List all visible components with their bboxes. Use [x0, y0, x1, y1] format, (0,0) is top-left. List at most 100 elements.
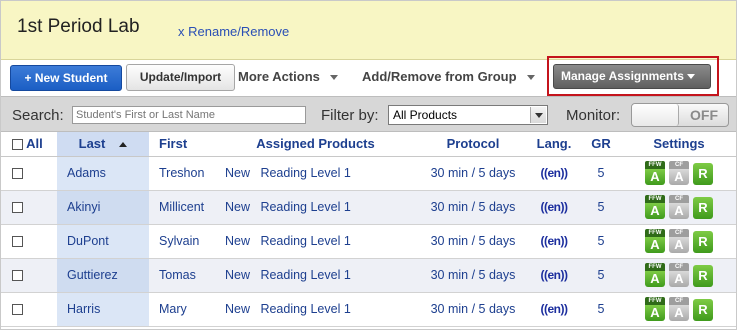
product-name[interactable]: Reading Level 1	[260, 302, 350, 316]
first-name-cell[interactable]: Mary	[149, 292, 213, 327]
row-checkbox[interactable]	[12, 168, 23, 180]
row-checkbox[interactable]	[12, 270, 23, 282]
grade-value: 5	[597, 302, 605, 316]
assigned-product-cell[interactable]: New Reading Level 1	[213, 292, 418, 327]
row-checkbox[interactable]	[12, 202, 23, 214]
r-setting-icon[interactable]: R	[693, 263, 713, 287]
product-name[interactable]: Reading Level 1	[260, 268, 350, 282]
assigned-product-cell[interactable]: New Reading Level 1	[213, 258, 418, 293]
first-name[interactable]: Sylvain	[159, 234, 199, 248]
first-name[interactable]: Mary	[159, 302, 187, 316]
product-status: New	[225, 268, 251, 282]
grade-header[interactable]: GR	[580, 132, 622, 157]
protocol-header[interactable]: Protocol	[418, 132, 528, 157]
first-name[interactable]: Tomas	[159, 268, 196, 282]
assigned-products-header[interactable]: Assigned Products	[213, 132, 418, 157]
monitor-toggle[interactable]: OFF	[631, 103, 729, 127]
assigned-product-cell[interactable]: New Reading Level 1	[213, 224, 418, 259]
protocol-value[interactable]: 30 min / 5 days	[431, 302, 516, 316]
protocol-cell[interactable]: 30 min / 5 days	[418, 224, 528, 259]
r-setting-icon[interactable]: R	[693, 161, 713, 185]
table-row[interactable]: DuPont Sylvain New Reading Level 1 30 mi…	[1, 224, 736, 259]
ffw-a-setting-icon[interactable]: FFW A	[645, 297, 665, 321]
product-name[interactable]: Reading Level 1	[260, 166, 350, 180]
table-row[interactable]: Adams Treshon New Reading Level 1 30 min…	[1, 156, 736, 191]
protocol-cell[interactable]: 30 min / 5 days	[418, 190, 528, 225]
manage-assignments-button[interactable]: Manage Assignments	[553, 64, 711, 89]
last-name[interactable]: Akinyi	[67, 200, 100, 214]
cf-a-setting-icon[interactable]: CF A	[669, 195, 689, 219]
last-name[interactable]: Harris	[67, 302, 100, 316]
cf-letter: A	[669, 271, 689, 287]
settings-cell: FFW A CF A R	[622, 258, 736, 293]
last-name-cell[interactable]: Adams	[57, 156, 149, 191]
first-name[interactable]: Millicent	[159, 200, 204, 214]
lang-cell: ((en))	[528, 224, 580, 259]
cf-a-setting-icon[interactable]: CF A	[669, 229, 689, 253]
first-name[interactable]: Treshon	[159, 166, 204, 180]
last-name[interactable]: Guttierez	[67, 268, 118, 282]
last-name[interactable]: DuPont	[67, 234, 109, 248]
filter-select[interactable]: All Products	[388, 105, 548, 125]
more-actions-menu[interactable]: More Actions	[238, 69, 338, 84]
search-input[interactable]	[72, 106, 306, 124]
product-name[interactable]: Reading Level 1	[260, 234, 350, 248]
settings-cell: FFW A CF A R	[622, 190, 736, 225]
select-all-header[interactable]: All	[1, 132, 57, 157]
row-checkbox[interactable]	[12, 236, 23, 248]
cf-letter: A	[669, 305, 689, 321]
protocol-value[interactable]: 30 min / 5 days	[431, 166, 516, 180]
protocol-cell[interactable]: 30 min / 5 days	[418, 292, 528, 327]
last-name-cell[interactable]: Akinyi	[57, 190, 149, 225]
chevron-down-icon	[686, 74, 695, 80]
table-row[interactable]: Harris Mary New Reading Level 1 30 min /…	[1, 292, 736, 327]
cf-a-setting-icon[interactable]: CF A	[669, 161, 689, 185]
grade-cell: 5	[580, 190, 622, 225]
lang-cell: ((en))	[528, 156, 580, 191]
grade-value: 5	[597, 268, 605, 282]
first-name-cell[interactable]: Treshon	[149, 156, 213, 191]
class-header: 1st Period Lab x Rename/Remove	[1, 1, 736, 60]
protocol-cell[interactable]: 30 min / 5 days	[418, 258, 528, 293]
new-student-button[interactable]: + New Student	[10, 65, 122, 91]
language-en-icon: ((en))	[540, 166, 569, 180]
lang-header[interactable]: Lang.	[528, 132, 580, 157]
last-name-header[interactable]: Last	[57, 132, 149, 157]
cf-a-setting-icon[interactable]: CF A	[669, 263, 689, 287]
rename-remove-link[interactable]: x Rename/Remove	[178, 24, 289, 39]
assigned-product-cell[interactable]: New Reading Level 1	[213, 156, 418, 191]
cf-a-setting-icon[interactable]: CF A	[669, 297, 689, 321]
row-checkbox[interactable]	[12, 304, 23, 316]
last-name-cell[interactable]: Guttierez	[57, 258, 149, 293]
protocol-value[interactable]: 30 min / 5 days	[431, 200, 516, 214]
settings-header-label: Settings	[653, 136, 705, 152]
ffw-a-setting-icon[interactable]: FFW A	[645, 263, 665, 287]
ffw-a-setting-icon[interactable]: FFW A	[645, 161, 665, 185]
first-name-header[interactable]: First	[149, 132, 213, 157]
first-name-cell[interactable]: Tomas	[149, 258, 213, 293]
ffw-a-setting-icon[interactable]: FFW A	[645, 195, 665, 219]
product-name[interactable]: Reading Level 1	[260, 200, 350, 214]
update-import-button[interactable]: Update/Import	[126, 64, 235, 91]
ffw-letter: A	[645, 169, 665, 185]
last-name-cell[interactable]: Harris	[57, 292, 149, 327]
language-en-icon: ((en))	[540, 200, 569, 214]
assigned-product-cell[interactable]: New Reading Level 1	[213, 190, 418, 225]
r-setting-icon[interactable]: R	[693, 195, 713, 219]
protocol-cell[interactable]: 30 min / 5 days	[418, 156, 528, 191]
protocol-value[interactable]: 30 min / 5 days	[431, 268, 516, 282]
ffw-a-setting-icon[interactable]: FFW A	[645, 229, 665, 253]
table-row[interactable]: Guttierez Tomas New Reading Level 1 30 m…	[1, 258, 736, 293]
r-setting-icon[interactable]: R	[693, 229, 713, 253]
protocol-header-label: Protocol	[446, 136, 500, 152]
first-name-cell[interactable]: Millicent	[149, 190, 213, 225]
product-status: New	[225, 200, 251, 214]
select-all-checkbox[interactable]	[12, 139, 23, 151]
r-setting-icon[interactable]: R	[693, 297, 713, 321]
table-row[interactable]: Akinyi Millicent New Reading Level 1 30 …	[1, 190, 736, 225]
add-remove-group-menu[interactable]: Add/Remove from Group	[362, 69, 535, 84]
last-name-cell[interactable]: DuPont	[57, 224, 149, 259]
first-name-cell[interactable]: Sylvain	[149, 224, 213, 259]
last-name[interactable]: Adams	[67, 166, 106, 180]
protocol-value[interactable]: 30 min / 5 days	[431, 234, 516, 248]
